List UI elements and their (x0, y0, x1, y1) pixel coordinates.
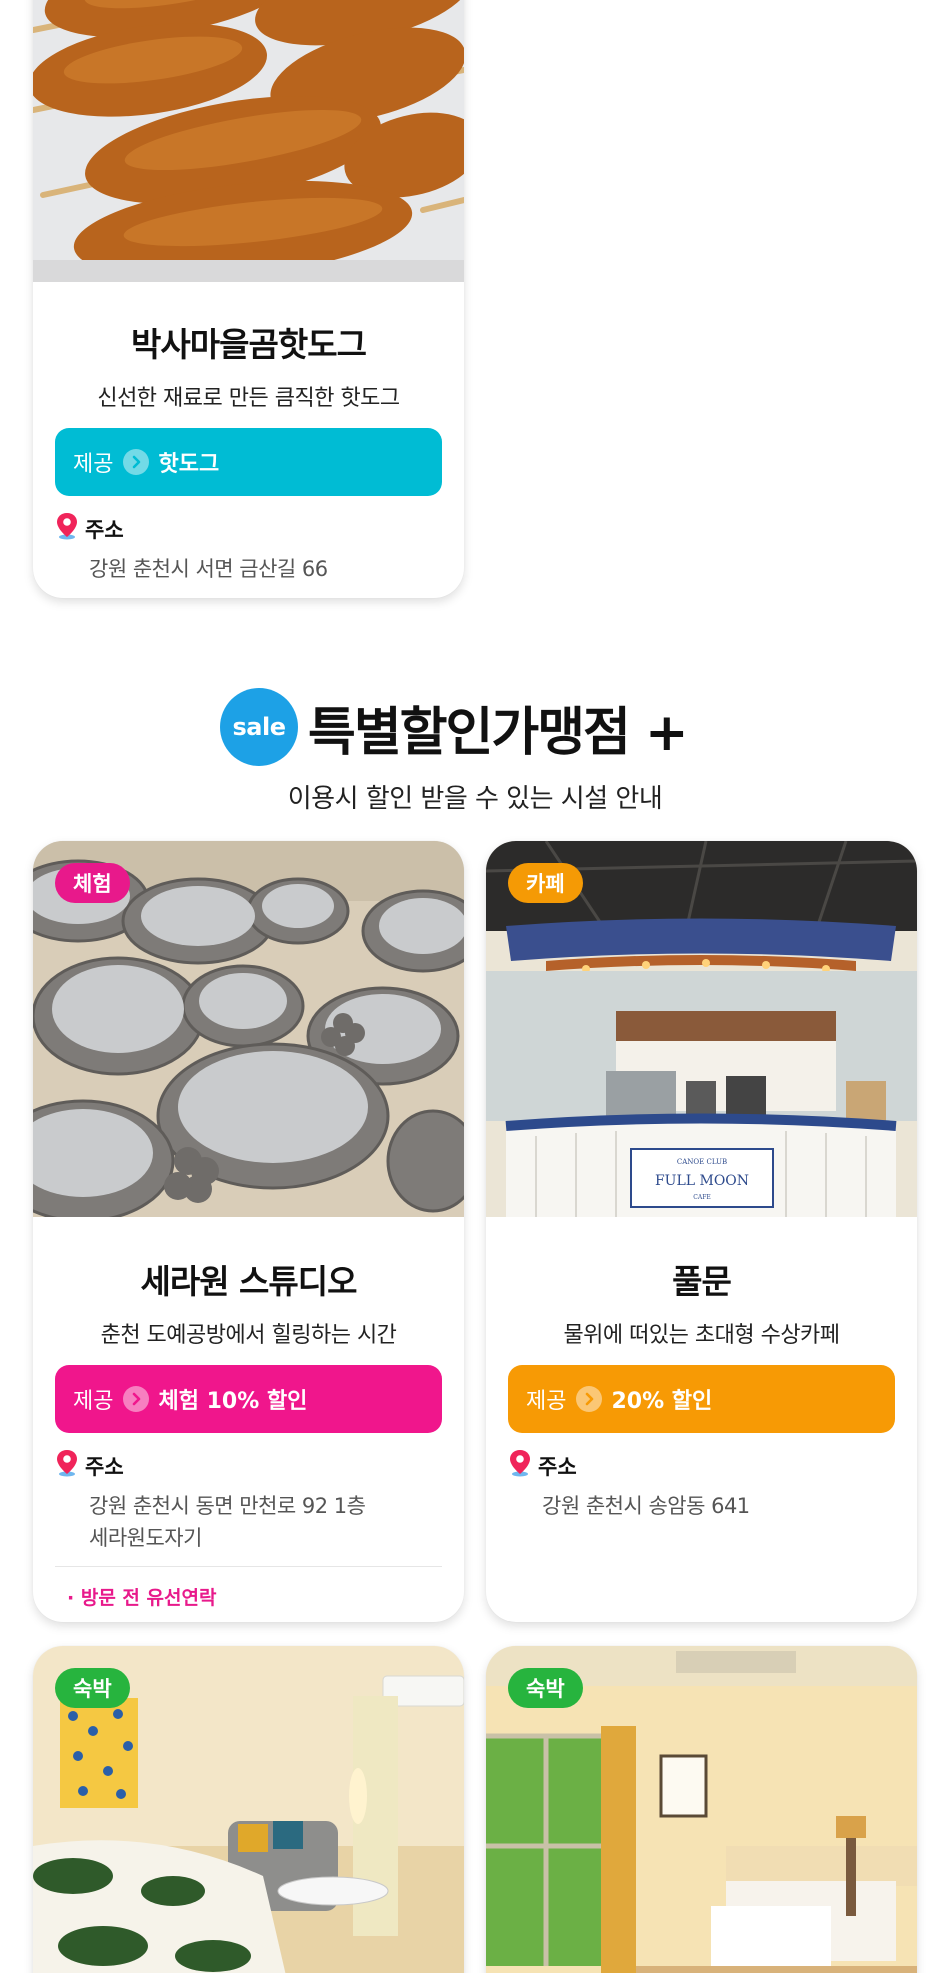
visit-note: · 방문 전 유선연락 (67, 1587, 217, 1609)
offer-text: 핫도그 (158, 452, 220, 477)
location-pin-icon (55, 1449, 79, 1482)
address-label: 주소 (85, 1454, 124, 1479)
store-desc: 물위에 떠있는 초대형 수상카페 (563, 1323, 840, 1348)
store-card-serawon[interactable]: 체험 세라원 스튜디오 춘천 도예공방에서 힐링하는 시간 제공 체험 10% … (33, 841, 464, 1622)
chevron-right-icon (576, 1386, 603, 1412)
section-title: 특별할인가맹점 + (308, 702, 689, 763)
location-pin-icon (508, 1449, 532, 1482)
hotdog-photo (33, 0, 464, 282)
address-heading: 주소 (55, 1449, 442, 1482)
cafe-sign-bottom: CAFE (693, 1194, 710, 1201)
store-card-lodging-1[interactable]: 숙박 (33, 1646, 464, 1973)
divider (55, 1566, 442, 1567)
store-title: 풀문 (672, 1262, 732, 1301)
offer-banner[interactable]: 제공 체험 10% 할인 (55, 1365, 442, 1433)
offer-text: 20% 할인 (611, 1389, 713, 1414)
category-tag: 숙박 (55, 1668, 130, 1708)
store-desc: 신선한 재료로 만든 큼직한 핫도그 (97, 386, 400, 411)
chevron-right-icon (123, 449, 150, 475)
offer-text: 체험 10% 할인 (158, 1389, 308, 1414)
address-label: 주소 (85, 517, 124, 542)
store-address: 강원 춘천시 서면 금산길 66 (89, 557, 328, 581)
offer-label: 제공 (526, 1389, 567, 1414)
sale-badge: sale (220, 688, 298, 766)
address-line: 강원 춘천시 동면 만천로 92 1층 (89, 1494, 366, 1518)
address-line: 세라원도자기 (89, 1526, 202, 1550)
cafe-sign-top: CANOE CLUB (677, 1158, 727, 1166)
store-card-hotdog[interactable]: 박사마을곰핫도그 신선한 재료로 만든 큼직한 핫도그 제공 핫도그 주소 강원… (33, 0, 464, 598)
section-subtitle: 이용시 할인 받을 수 있는 시설 안내 (287, 784, 663, 814)
cafe-sign-main: FULL MOON (655, 1173, 749, 1189)
category-tag: 카페 (508, 863, 583, 903)
chevron-right-icon (123, 1386, 150, 1412)
address-heading: 주소 (508, 1449, 895, 1482)
store-address: 강원 춘천시 송암동 641 (542, 1494, 750, 1518)
offer-banner[interactable]: 제공 20% 할인 (508, 1365, 895, 1433)
store-card-fullmoon[interactable]: 카페 CANOE CLUB FULL MOON CAFE 풀문 물위에 떠있는 … (486, 841, 917, 1622)
page: 박사마을곰핫도그 신선한 재료로 만든 큼직한 핫도그 제공 핫도그 주소 강원… (0, 0, 950, 1973)
location-pin-icon (55, 512, 79, 545)
category-tag: 숙박 (508, 1668, 583, 1708)
offer-label: 제공 (73, 452, 114, 477)
address-label: 주소 (538, 1454, 577, 1479)
store-address: 강원 춘천시 동면 만천로 92 1층 세라원도자기 (55, 1490, 442, 1554)
store-title: 세라원 스튜디오 (140, 1262, 357, 1301)
store-card-lodging-2[interactable]: 숙박 (486, 1646, 917, 1973)
offer-label: 제공 (73, 1389, 114, 1414)
address-heading: 주소 (55, 512, 442, 545)
category-tag: 체험 (55, 863, 130, 903)
store-title: 박사마을곰핫도그 (131, 325, 367, 364)
store-desc: 춘천 도예공방에서 힐링하는 시간 (100, 1323, 397, 1348)
offer-banner[interactable]: 제공 핫도그 (55, 428, 442, 496)
